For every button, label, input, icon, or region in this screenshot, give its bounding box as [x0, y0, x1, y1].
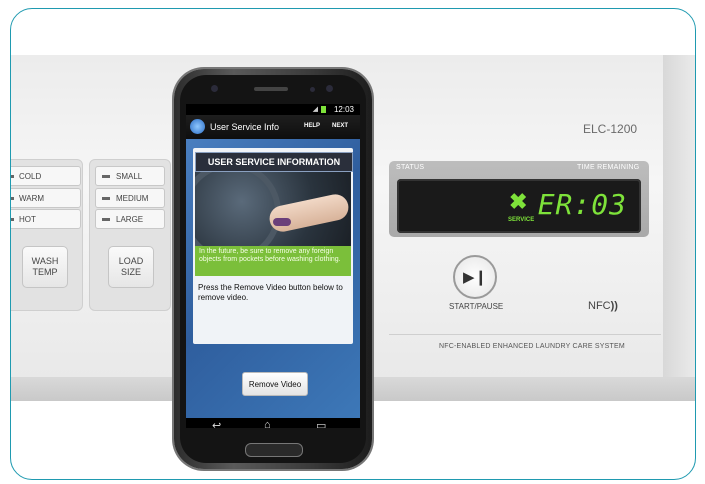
phone-screen: ◢ 12:03 User Service Info HELP NEXT USER…: [186, 104, 360, 428]
load-size-button[interactable]: LOAD SIZE: [108, 246, 154, 288]
card-title: USER SERVICE INFORMATION: [195, 152, 353, 172]
home-button[interactable]: [245, 443, 303, 457]
back-icon[interactable]: ↩: [212, 419, 221, 428]
indicator-light: [102, 174, 110, 178]
load-size-option-medium[interactable]: MEDIUM: [95, 188, 165, 208]
recent-apps-icon[interactable]: ▭: [316, 419, 326, 428]
wrench-icon: ✖: [509, 189, 528, 214]
service-label: SERVICE: [508, 217, 535, 223]
nfc-indicator: NFC)): [588, 300, 618, 312]
divider: [389, 334, 661, 335]
sensor-icon: [211, 85, 218, 92]
nfc-label: NFC: [588, 300, 611, 312]
earpiece-speaker: [254, 87, 288, 91]
clock: 12:03: [333, 105, 354, 114]
panel-edge: [663, 55, 695, 377]
battery-icon: [321, 106, 326, 113]
status-label: STATUS: [396, 164, 425, 171]
wash-temp-option-hot[interactable]: HOT: [11, 209, 81, 229]
indicator-light: [11, 196, 14, 200]
instruction-text: Press the Remove Video button below to r…: [198, 283, 343, 302]
front-camera-icon: [326, 85, 333, 92]
time-remaining-label: TIME REMAINING: [577, 164, 640, 171]
hand-illustration: [267, 191, 351, 235]
app-logo-icon[interactable]: [190, 119, 205, 134]
status-display: ✖ SERVICE ER:03: [397, 179, 641, 233]
indicator-light: [11, 217, 14, 221]
illustration-frame: ELC-1200 COLD WARM HOT WASH TEMP SMALL M…: [10, 8, 696, 480]
drum-rim: [195, 172, 281, 246]
washer-drum-video[interactable]: [195, 172, 351, 246]
indicator-light: [11, 174, 14, 178]
model-number: ELC-1200: [583, 122, 638, 136]
home-icon[interactable]: ⌂: [264, 419, 271, 428]
load-size-option-small[interactable]: SMALL: [95, 166, 165, 186]
start-pause-button[interactable]: ▶❙: [453, 255, 497, 299]
proximity-sensor-icon: [310, 87, 315, 92]
tagline: NFC-ENABLED ENHANCED LAUNDRY CARE SYSTEM: [439, 343, 625, 350]
load-size-option-large[interactable]: LARGE: [95, 209, 165, 229]
wash-temp-option-warm[interactable]: WARM: [11, 188, 81, 208]
navigation-bar: ↩ ⌂ ▭: [186, 418, 360, 428]
tip-banner: In the future, be sure to remove any for…: [195, 246, 351, 276]
app-title: User Service Info: [210, 122, 280, 132]
help-button[interactable]: HELP: [304, 123, 320, 129]
smartphone: ◢ 12:03 User Service Info HELP NEXT USER…: [174, 69, 372, 469]
error-code: ER:03: [537, 188, 627, 221]
status-bar: ◢ 12:03: [186, 104, 360, 115]
action-bar: User Service Info HELP NEXT: [186, 115, 360, 139]
indicator-light: [102, 196, 110, 200]
wash-temp-button[interactable]: WASH TEMP: [22, 246, 68, 288]
indicator-light: [102, 217, 110, 221]
start-pause-label: START/PAUSE: [449, 302, 504, 311]
play-pause-icon: ▶❙: [462, 269, 488, 286]
remove-video-button[interactable]: Remove Video: [242, 372, 308, 396]
wash-temp-option-cold[interactable]: COLD: [11, 166, 81, 186]
nfc-waves-icon: )): [610, 300, 618, 312]
next-button[interactable]: NEXT: [332, 123, 348, 129]
foreign-object: [273, 218, 291, 226]
signal-icon: ◢: [312, 106, 318, 113]
